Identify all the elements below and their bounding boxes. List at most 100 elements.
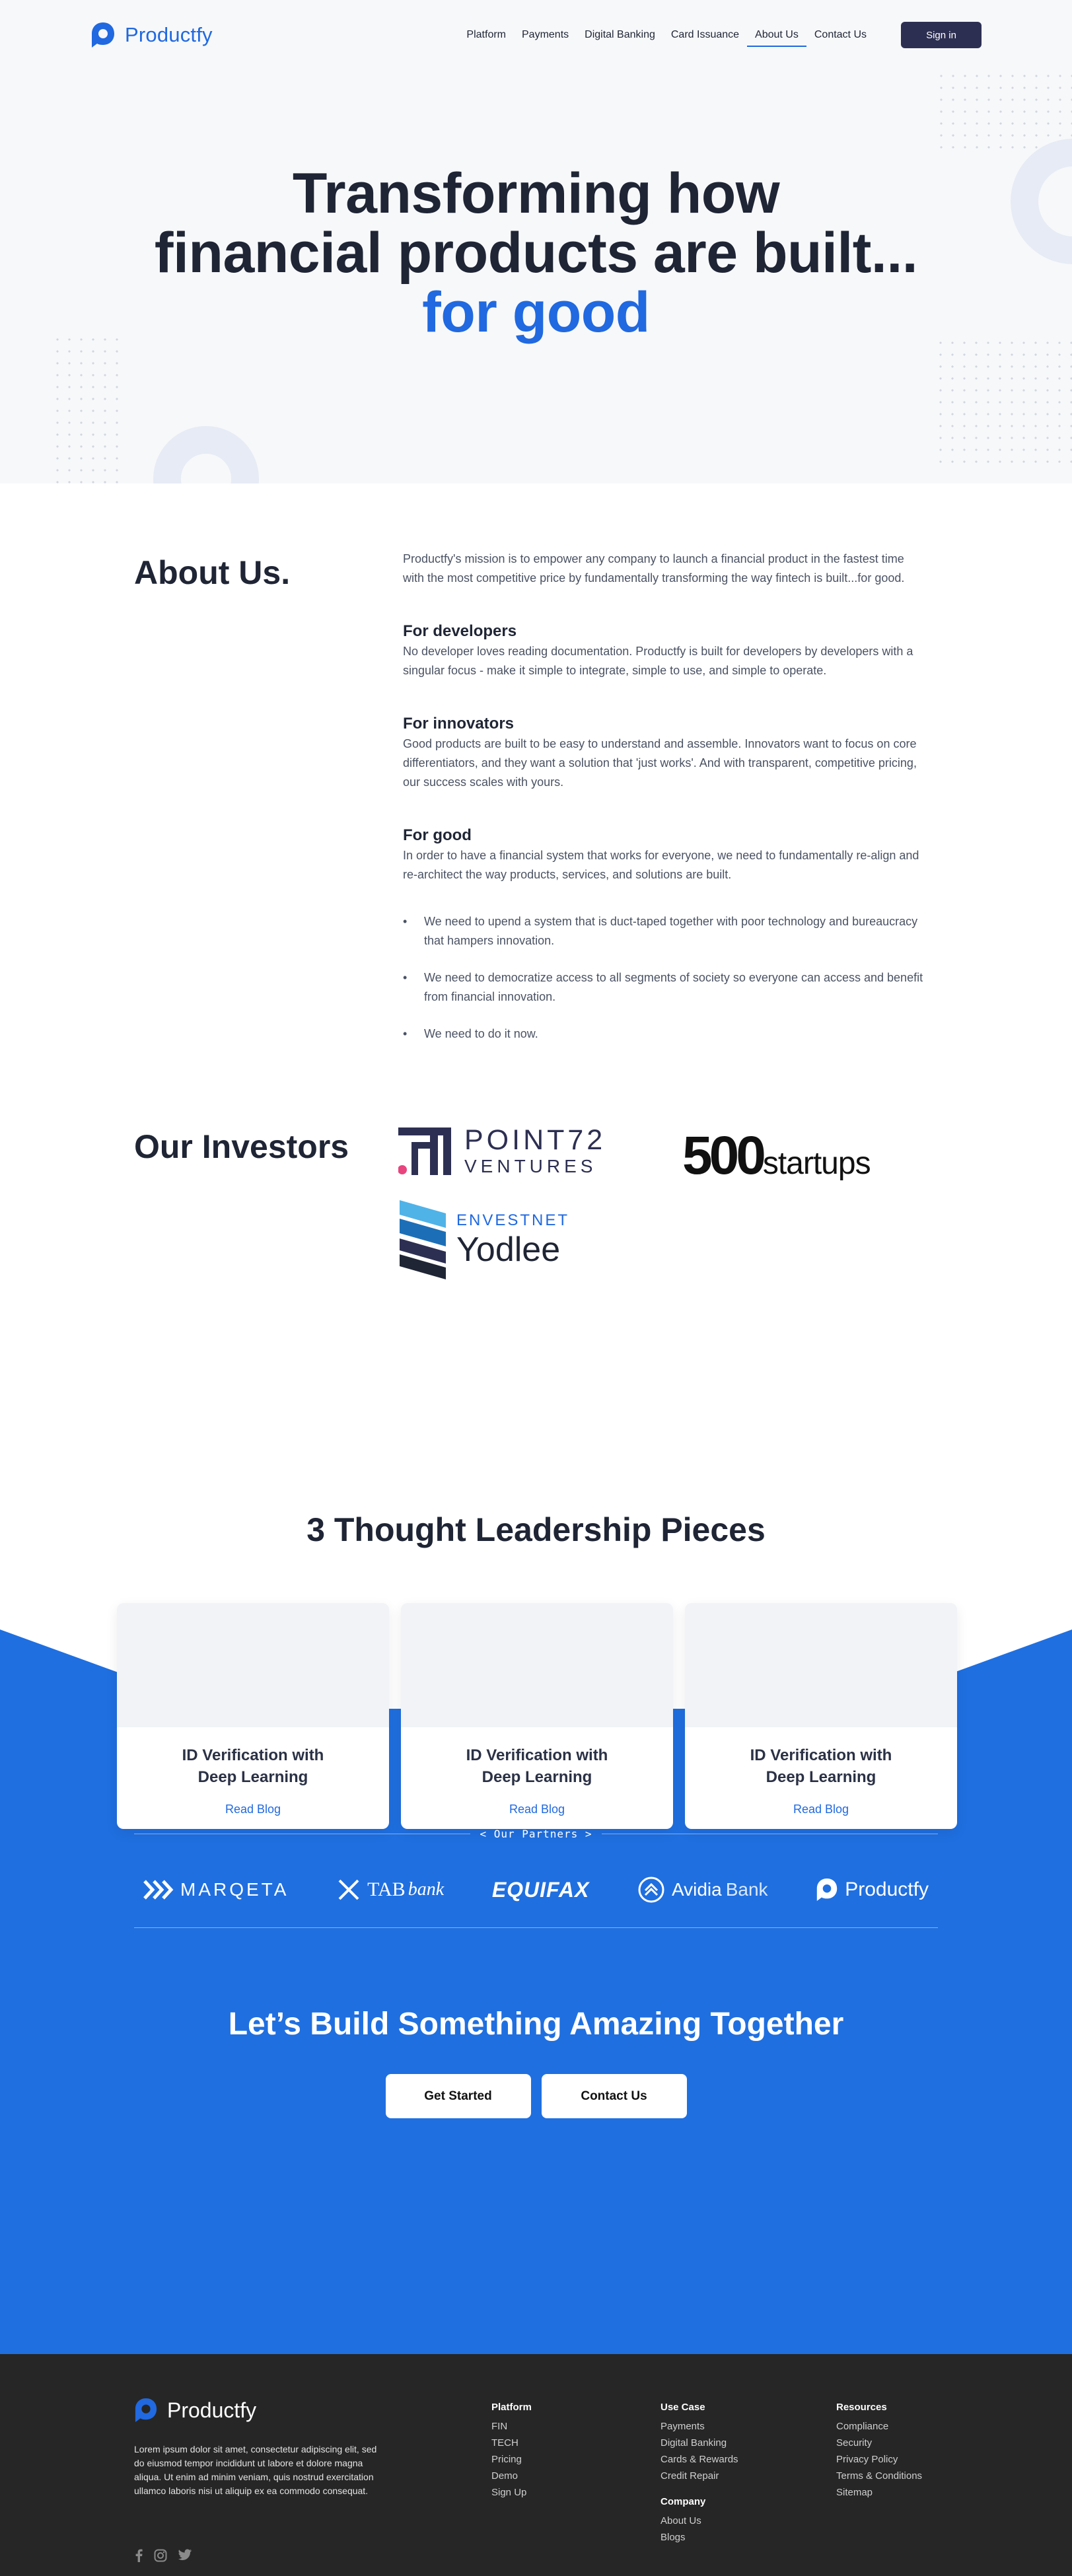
footer-column-title: Company <box>661 2496 706 2507</box>
nav-links: Platform Payments Digital Banking Card I… <box>458 22 982 48</box>
blog-card-image <box>117 1603 389 1727</box>
footer-link[interactable]: FIN <box>491 2418 532 2435</box>
blog-card-image <box>401 1603 673 1727</box>
yodlee-text: Yodlee <box>456 1231 561 1269</box>
decor-ring <box>153 426 259 483</box>
read-blog-link[interactable]: Read Blog <box>117 1803 389 1816</box>
brand-logo[interactable]: Productfy <box>90 21 213 49</box>
avidia-bank-logo: Avidia Bank <box>637 1876 768 1904</box>
marqeta-text: MARQETA <box>180 1879 289 1900</box>
about-subsection: For innovators Good products are built t… <box>403 713 928 792</box>
footer-link[interactable]: Security <box>836 2435 922 2451</box>
footer-link[interactable]: Privacy Policy <box>836 2451 922 2468</box>
investors-heading: Our Investors <box>134 1128 349 1165</box>
hero-section: Productfy Platform Payments Digital Bank… <box>0 0 1072 483</box>
footer-brand-logo[interactable]: Productfy <box>134 2397 256 2423</box>
nav-link-platform[interactable]: Platform <box>458 22 514 48</box>
about-intro: Productfy's mission is to empower any co… <box>403 552 905 585</box>
blog-card-title: ID Verification with Deep Learning <box>466 1746 608 1786</box>
list-item: We need to do it now. <box>403 1024 928 1044</box>
hero-line-2: financial products are built... <box>154 221 918 285</box>
blog-card[interactable]: ID Verification with Deep Learning Read … <box>401 1603 673 1829</box>
productfy-partner-logo: Productfy <box>816 1877 929 1902</box>
footer-link[interactable]: Payments <box>661 2418 738 2435</box>
decor-dots <box>52 334 127 483</box>
envestnet-text: ENVESTNET <box>456 1211 570 1229</box>
blog-cards: ID Verification with Deep Learning Read … <box>117 1603 957 1829</box>
nav-link-payments[interactable]: Payments <box>514 22 577 48</box>
500-number: 500 <box>682 1126 766 1186</box>
footer-column-title: Use Case <box>661 2402 705 2413</box>
footer-description: Lorem ipsum dolor sit amet, consectetur … <box>134 2444 377 2496</box>
tab-bank-icon <box>338 1879 359 1900</box>
footer-column-use-case: Use Case Payments Digital Banking Cards … <box>661 2402 738 2546</box>
about-subsection: For good In order to have a financial sy… <box>403 825 928 884</box>
nav-link-about-us[interactable]: About Us <box>747 22 806 48</box>
hero-line-1: Transforming how <box>292 162 780 225</box>
footer-column-title: Resources <box>836 2402 887 2413</box>
footer-link[interactable]: TECH <box>491 2435 532 2451</box>
hero-heading: Transforming how financial products are … <box>0 164 1072 342</box>
equifax-logo: EQUIFAX <box>492 1878 589 1902</box>
facebook-icon[interactable] <box>134 2549 143 2562</box>
cta-heading: Let’s Build Something Amazing Together <box>228 2007 844 2042</box>
investors-section: Our Investors POINT72 VENTURES 500 start… <box>0 1125 1072 1418</box>
envestnet-yodlee-logo: ENVESTNET Yodlee <box>400 1200 569 1279</box>
thought-heading: 3 Thought Leadership Pieces <box>306 1511 766 1548</box>
instagram-icon[interactable] <box>154 2549 167 2562</box>
partners-strip: < Our Partners > MARQETA TAB bank EQUIFA… <box>134 1828 938 1928</box>
footer-link[interactable]: Digital Banking <box>661 2435 738 2451</box>
footer-link[interactable]: Credit Repair <box>661 2468 738 2484</box>
footer-link[interactable]: Pricing <box>491 2451 532 2468</box>
footer-link[interactable]: Cards & Rewards <box>661 2451 738 2468</box>
footer-link[interactable]: About Us <box>661 2513 738 2529</box>
avidia-suffix: Bank <box>725 1879 768 1900</box>
get-started-button[interactable]: Get Started <box>385 2074 531 2118</box>
footer-link[interactable]: Sign Up <box>491 2484 532 2501</box>
list-item: We need to democratize access to all seg… <box>403 968 928 1007</box>
read-blog-link[interactable]: Read Blog <box>401 1803 673 1816</box>
productfy-logo-icon <box>135 2398 157 2422</box>
blog-card-image <box>685 1603 957 1727</box>
blog-card[interactable]: ID Verification with Deep Learning Read … <box>685 1603 957 1829</box>
tab-text: TAB <box>367 1878 406 1900</box>
subsection-text: No developer loves reading documentation… <box>403 645 913 677</box>
equifax-text: EQUIFAX <box>491 1877 590 1902</box>
envestnet-mark-icon <box>400 1200 446 1279</box>
contact-us-button[interactable]: Contact Us <box>541 2074 687 2118</box>
footer-link[interactable]: Demo <box>491 2468 532 2484</box>
nav-link-contact-us[interactable]: Contact Us <box>806 22 875 48</box>
blog-card[interactable]: ID Verification with Deep Learning Read … <box>117 1603 389 1829</box>
nav-link-card-issuance[interactable]: Card Issuance <box>663 22 747 48</box>
footer-link[interactable]: Blogs <box>661 2529 738 2546</box>
footer-link[interactable]: Terms & Conditions <box>836 2468 922 2484</box>
nav-link-digital-banking[interactable]: Digital Banking <box>577 22 663 48</box>
subsection-title: For innovators <box>403 715 515 733</box>
hero-accent: for good <box>422 281 650 344</box>
mission-bullets: We need to upend a system that is duct-t… <box>403 912 928 1044</box>
500-startups-logo: 500 startups <box>682 1125 871 1187</box>
marqeta-chevrons-icon <box>143 1880 174 1900</box>
decor-dots <box>935 70 1072 153</box>
list-item: We need to upend a system that is duct-t… <box>403 912 928 950</box>
tab-suffix: bank <box>408 1879 445 1900</box>
subsection-title: For good <box>403 826 472 844</box>
point72-subtitle: VENTURES <box>464 1156 597 1176</box>
avidia-icon <box>638 1877 664 1903</box>
footer-column-title: Platform <box>491 2402 532 2413</box>
marqeta-logo: MARQETA <box>143 1879 289 1900</box>
twitter-icon[interactable] <box>178 2549 192 2561</box>
footer-link[interactable]: Compliance <box>836 2418 922 2435</box>
footer: Productfy Lorem ipsum dolor sit amet, co… <box>0 2354 1072 2576</box>
tab-bank-logo: TAB bank <box>337 1878 444 1902</box>
productfy-logo-icon <box>817 1878 838 1901</box>
read-blog-link[interactable]: Read Blog <box>685 1803 957 1816</box>
footer-link[interactable]: Sitemap <box>836 2484 922 2501</box>
sign-in-button[interactable]: Sign in <box>901 22 982 48</box>
footer-column-platform: Platform FIN TECH Pricing Demo Sign Up <box>491 2402 532 2501</box>
avidia-text: Avidia <box>671 1879 722 1900</box>
blog-card-title: ID Verification with Deep Learning <box>182 1746 324 1786</box>
about-subsection: For developers No developer loves readin… <box>403 621 928 680</box>
footer-column-resources: Resources Compliance Security Privacy Po… <box>836 2402 922 2501</box>
startups-word: startups <box>762 1146 871 1181</box>
